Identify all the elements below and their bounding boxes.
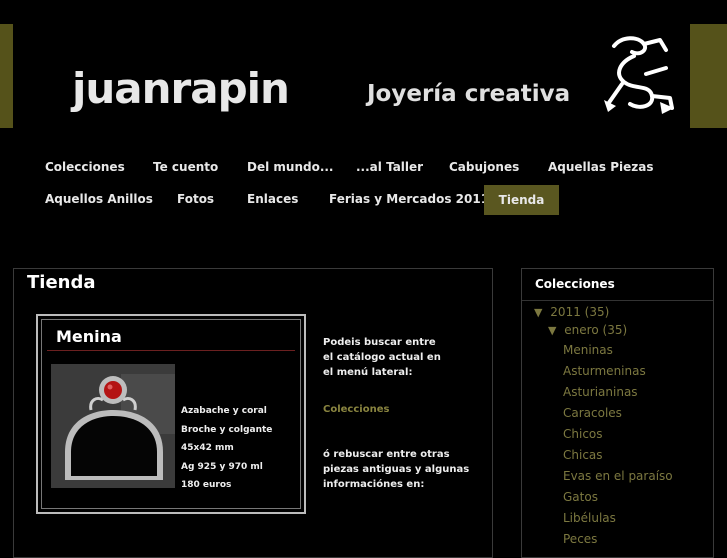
archive-year-label[interactable]: 2011: [550, 305, 581, 319]
product-name: Menina: [56, 327, 122, 346]
archive-post-link[interactable]: Chicos: [563, 427, 603, 441]
archive-post-link[interactable]: Caracoles: [563, 406, 622, 420]
archive-post-link[interactable]: Gatos: [563, 490, 598, 504]
sidebar-archive: Colecciones ▼ 2011 (35) ▼ enero (35) Men…: [521, 268, 714, 558]
tab-al-taller[interactable]: ...al Taller: [356, 152, 423, 182]
tab-ferias-y-mercados[interactable]: Ferias y Mercados 2011: [329, 184, 489, 214]
archive-post-link[interactable]: Asturmeninas: [563, 364, 646, 378]
colecciones-link[interactable]: Colecciones: [323, 402, 493, 417]
stick-figure-logo-icon: [604, 36, 674, 114]
product-card[interactable]: Menina Azabache y coral Broche y colgant…: [36, 314, 306, 514]
product-divider: [47, 350, 295, 351]
spec-size: 45x42 mm: [181, 443, 234, 453]
archive-post-link[interactable]: Evas en el paraíso: [563, 469, 673, 483]
archive-year-count: (35): [584, 305, 610, 319]
sidebar-title: Colecciones: [535, 277, 615, 291]
header-bar-right: [690, 24, 727, 128]
tab-del-mundo[interactable]: Del mundo...: [247, 152, 334, 182]
tab-cabujones[interactable]: Cabujones: [449, 152, 519, 182]
site-description: Joyería creativa: [367, 81, 571, 107]
tab-fotos[interactable]: Fotos: [177, 184, 214, 214]
tab-tienda[interactable]: Tienda: [484, 185, 559, 215]
product-card-frame: Menina Azabache y coral Broche y colgant…: [41, 319, 301, 509]
tab-te-cuento[interactable]: Te cuento: [153, 152, 218, 182]
site-title[interactable]: juanrapin: [72, 64, 290, 113]
archive-month[interactable]: ▼ enero (35): [548, 323, 627, 337]
archive-month-label[interactable]: enero: [564, 323, 598, 337]
sidebar-divider: [522, 300, 713, 301]
main-post: Tienda Menina Azabache y coral Broche y …: [13, 268, 493, 558]
spec-price: 180 euros: [181, 480, 232, 490]
product-photo: [51, 364, 175, 488]
tab-aquellas-piezas[interactable]: Aquellas Piezas: [548, 152, 653, 182]
tab-enlaces[interactable]: Enlaces: [247, 184, 298, 214]
header-bar-left: [0, 24, 13, 128]
archive-month-count: (35): [602, 323, 628, 337]
tab-colecciones[interactable]: Colecciones: [45, 152, 125, 182]
expand-triangle-icon[interactable]: ▼: [534, 306, 542, 319]
tab-aquellos-anillos[interactable]: Aquellos Anillos: [45, 184, 153, 214]
archive-post-link[interactable]: Meninas: [563, 343, 613, 357]
archive-year[interactable]: ▼ 2011 (35): [534, 305, 609, 319]
site-header: juanrapin Joyería creativa: [0, 24, 727, 128]
spec-type: Broche y colgante: [181, 424, 273, 435]
archive-post-link[interactable]: Peces: [563, 532, 597, 546]
spec-silver: Ag 925 y 970 ml: [181, 461, 263, 472]
product-specs: Azabache y coral Broche y colgante 45x42…: [181, 406, 272, 499]
post-text-more: ó rebuscar entre otras piezas antiguas y…: [323, 449, 470, 490]
post-title: Tienda: [27, 272, 96, 293]
archive-post-link[interactable]: Asturianinas: [563, 385, 638, 399]
post-body: Podeis buscar entre el catálogo actual e…: [323, 335, 493, 492]
archive-post-link[interactable]: Libélulas: [563, 511, 616, 525]
post-text-intro: Podeis buscar entre el catálogo actual e…: [323, 337, 441, 378]
archive-post-link[interactable]: Chicas: [563, 448, 603, 462]
expand-triangle-icon[interactable]: ▼: [548, 324, 556, 337]
spec-material: Azabache y coral: [181, 406, 267, 416]
